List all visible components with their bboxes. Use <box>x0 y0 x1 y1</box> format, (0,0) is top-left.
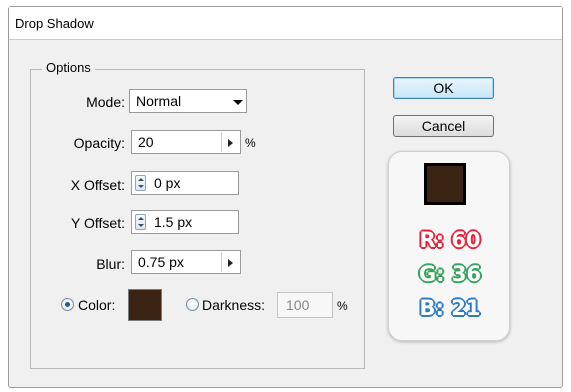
shadow-color-swatch[interactable] <box>128 289 162 321</box>
opacity-unit: % <box>245 136 256 150</box>
y-offset-stepper[interactable] <box>135 214 146 230</box>
y-offset-input[interactable]: 1.5 px <box>131 210 239 234</box>
blur-slider-button[interactable] <box>221 252 240 272</box>
darkness-unit: % <box>337 299 348 313</box>
mode-label: Mode: <box>86 94 125 110</box>
blur-label: Blur: <box>96 256 125 272</box>
darkness-input[interactable]: 100 <box>277 292 333 318</box>
red-value: R: 60 <box>419 228 481 252</box>
y-offset-value: 1.5 px <box>154 214 193 230</box>
dialog-title: Drop Shadow <box>15 16 94 31</box>
x-offset-stepper[interactable] <box>135 175 146 191</box>
opacity-input[interactable]: 20 <box>131 130 241 154</box>
options-legend: Options <box>42 60 95 75</box>
mode-value: Normal <box>136 93 182 109</box>
mode-dropdown[interactable]: Normal <box>129 89 247 113</box>
arrow-right-icon <box>228 139 233 147</box>
darkness-radio[interactable] <box>186 298 199 311</box>
step-down-icon <box>138 185 144 188</box>
chevron-down-icon <box>233 100 243 105</box>
color-radio[interactable] <box>61 298 74 311</box>
y-offset-label: Y Offset: <box>71 215 125 231</box>
ok-button[interactable]: OK <box>393 77 494 99</box>
blur-input[interactable]: 0.75 px <box>131 250 241 274</box>
step-up-icon <box>138 217 144 220</box>
cancel-button[interactable]: Cancel <box>393 115 494 137</box>
darkness-label: Darkness: <box>202 297 266 313</box>
step-down-icon <box>138 224 144 227</box>
x-offset-label: X Offset: <box>70 177 125 193</box>
x-offset-input[interactable]: 0 px <box>131 171 239 195</box>
color-preview-swatch <box>424 163 466 205</box>
title-bar[interactable]: Drop Shadow <box>9 7 562 40</box>
green-value: G: 36 <box>418 262 482 286</box>
darkness-value: 100 <box>286 297 310 313</box>
opacity-value: 20 <box>138 134 154 150</box>
opacity-slider-button[interactable] <box>221 132 240 152</box>
blue-value: B: 21 <box>419 296 481 320</box>
color-label: Color: <box>78 297 116 313</box>
opacity-label: Opacity: <box>73 135 125 151</box>
arrow-right-icon <box>228 259 233 267</box>
blur-value: 0.75 px <box>138 254 184 270</box>
step-up-icon <box>138 178 144 181</box>
x-offset-value: 0 px <box>154 175 181 191</box>
